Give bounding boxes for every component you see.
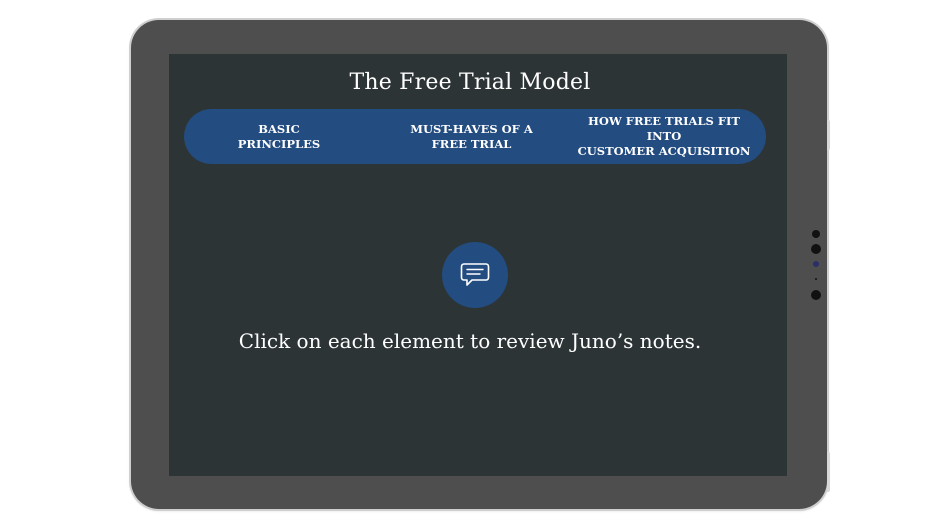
instruction-text: Click on each element to review Juno’s n…: [238, 329, 702, 353]
sensor-dot: [812, 230, 820, 238]
nav-item-must-haves[interactable]: MUST-HAVES OF A FREE TRIAL: [384, 109, 559, 164]
camera-dot: [811, 290, 821, 300]
notes-button[interactable]: [442, 242, 508, 308]
chat-bubble-icon: [460, 263, 490, 286]
page-title: The Free Trial Model: [349, 70, 591, 95]
topic-nav-bar: BASIC PRINCIPLES MUST-HAVES OF A FREE TR…: [184, 109, 766, 164]
camera-dot: [811, 244, 821, 254]
nav-item-customer-acquisition[interactable]: HOW FREE TRIALS FIT INTO CUSTOMER ACQUIS…: [574, 109, 754, 164]
tablet-side-button: [827, 452, 830, 492]
nav-item-basic-principles[interactable]: BASIC PRINCIPLES: [204, 109, 354, 164]
lens-dot: [813, 261, 819, 267]
tablet-side-button: [827, 120, 830, 150]
sensor-dot: [815, 278, 817, 280]
